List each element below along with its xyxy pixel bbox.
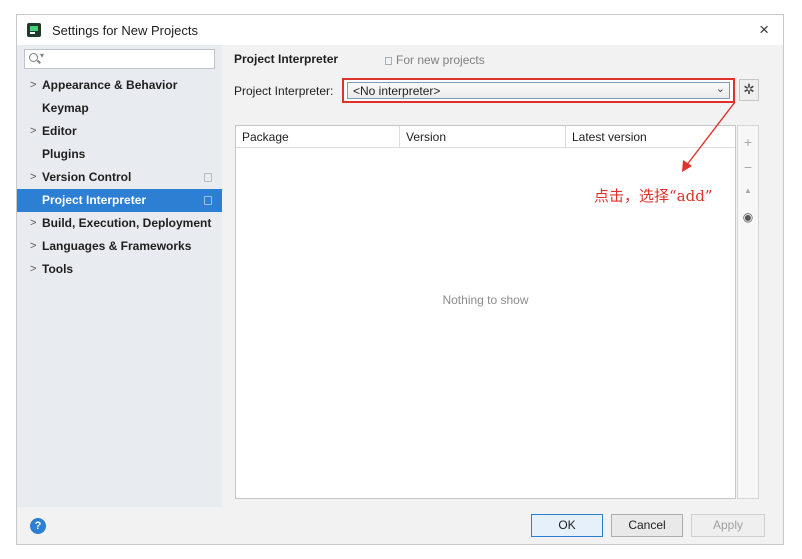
annotation-text: 点击，选择“add” [594,187,713,205]
chevron-right-icon: > [30,79,37,91]
chevron-down-icon: ⌄ [715,83,725,95]
sidebar-item-project-interpreter[interactable]: Project Interpreter [17,189,222,212]
sidebar-item-plugins[interactable]: Plugins [17,143,222,166]
sidebar-item-tools[interactable]: > Tools [17,258,222,281]
sidebar-item-label: Editor [42,124,77,138]
sidebar-item-languages-frameworks[interactable]: > Languages & Frameworks [17,235,222,258]
window-title: Settings for New Projects [52,23,198,38]
chevron-right-icon: > [30,217,37,229]
project-scope-icon [385,57,392,65]
page-title: Project Interpreter [234,52,339,66]
search-icon [29,53,38,62]
arrow-up-icon[interactable]: ▲ [738,186,758,195]
sidebar-item-label: Languages & Frameworks [42,239,192,253]
sidebar-item-label: Build, Execution, Deployment [42,216,212,230]
pycharm-logo-icon [27,23,41,37]
sidebar-item-label: Keymap [42,101,89,115]
title-bar: Settings for New Projects × [17,15,783,45]
eye-icon[interactable]: ◉ [738,210,758,224]
sidebar-search-input[interactable]: ▾ [24,49,215,69]
sidebar-item-label: Appearance & Behavior [42,78,178,92]
help-icon[interactable]: ? [30,518,46,534]
table-header: Package Version Latest version [236,126,735,148]
minus-icon[interactable]: − [738,159,758,175]
column-header-version[interactable]: Version [400,126,566,148]
empty-state-text: Nothing to show [442,293,529,307]
chevron-right-icon: > [30,171,37,183]
interpreter-value: <No interpreter> [353,84,441,98]
chevron-right-icon: > [30,240,37,252]
column-header-package[interactable]: Package [236,126,400,148]
sidebar-item-label: Version Control [42,170,132,184]
chevron-right-icon: > [30,125,37,137]
dialog-footer: ? OK Cancel Apply [17,507,783,544]
settings-content: Project Interpreter For new projects Pro… [222,45,783,507]
sidebar-item-keymap[interactable]: Keymap [17,97,222,120]
interpreter-label: Project Interpreter: [234,84,334,98]
packages-table: Package Version Latest version Nothing t… [235,125,736,499]
chevron-right-icon: > [30,263,37,275]
scope-note: For new projects [385,53,485,67]
package-toolbar: + − ▲ ◉ [737,125,759,499]
sidebar-item-appearance-behavior[interactable]: > Appearance & Behavior [17,74,222,97]
search-dropdown-icon: ▾ [40,51,45,60]
cancel-button[interactable]: Cancel [611,514,683,537]
settings-dialog: Settings for New Projects × ▾ > Appearan… [16,14,784,545]
apply-button[interactable]: Apply [691,514,765,537]
column-header-latest-version[interactable]: Latest version [566,126,735,148]
sidebar-item-label: Tools [42,262,74,276]
ok-button[interactable]: OK [531,514,603,537]
project-scope-icon [204,173,212,182]
gear-icon[interactable]: ✲ [739,79,759,101]
interpreter-highlight-box: <No interpreter> ⌄ [342,78,735,103]
sidebar-item-label: Plugins [42,147,86,161]
sidebar-item-editor[interactable]: > Editor [17,120,222,143]
sidebar-item-version-control[interactable]: > Version Control [17,166,222,189]
close-button[interactable]: × [759,20,769,40]
project-scope-icon [204,196,212,205]
settings-sidebar: ▾ > Appearance & Behavior Keymap > Edito… [17,45,222,507]
plus-icon[interactable]: + [738,134,758,150]
interpreter-select[interactable]: <No interpreter> ⌄ [347,82,730,99]
sidebar-item-label: Project Interpreter [42,193,147,207]
scope-note-text: For new projects [396,53,485,67]
sidebar-item-build-execution-deployment[interactable]: > Build, Execution, Deployment [17,212,222,235]
